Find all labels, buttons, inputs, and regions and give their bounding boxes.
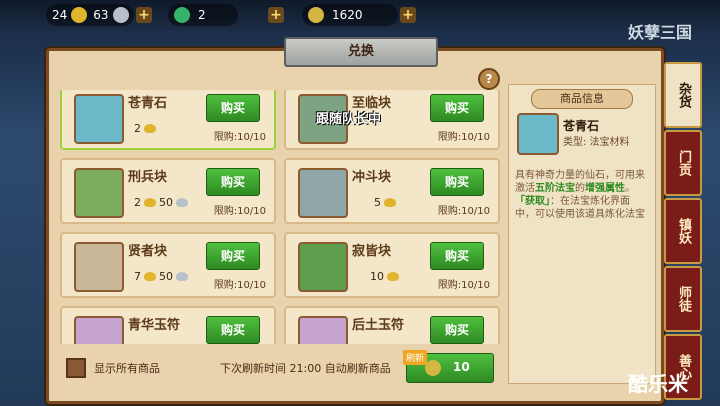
item-ring-icon	[298, 168, 348, 218]
item-gourd-icon	[298, 242, 348, 292]
refresh-time-label: 下次刷新时间 21:00 自动刷新商品	[220, 362, 391, 375]
item-card[interactable]: 青华玉符 购买	[60, 306, 276, 344]
item-bag-icon	[74, 242, 124, 292]
item-scroll-icon	[74, 168, 124, 218]
purchase-limit: 限购:10/10	[437, 132, 490, 143]
bottom-bar: 显示所有商品 下次刷新时间 21:00 自动刷新商品 刷新 10	[60, 350, 500, 384]
item-name: 贤者块	[128, 244, 168, 259]
gold-cost-icon	[144, 272, 156, 281]
purchase-limit: 限购:10/10	[437, 206, 490, 217]
purchase-limit: 限购:10/10	[213, 206, 266, 217]
add-jade-button[interactable]: +	[268, 7, 284, 23]
item-card[interactable]: 冲斗块 5 购买 限购:10/10	[284, 158, 500, 224]
purchase-limit: 限购:10/10	[213, 280, 266, 291]
item-card[interactable]: 至临块 跟随队长中 购买 限购:10/10	[284, 90, 500, 150]
coin-amount: 1620	[332, 8, 363, 22]
buy-button[interactable]: 购买	[430, 242, 484, 270]
item-cost: 10	[370, 270, 399, 283]
item-name: 苍青石	[128, 96, 168, 111]
buy-button[interactable]: 购买	[430, 168, 484, 196]
info-item-icon	[517, 113, 559, 155]
purchase-limit: 限购:10/10	[213, 132, 266, 143]
item-card[interactable]: 苍青石 2 购买 限购:10/10	[60, 90, 276, 150]
tab-sect[interactable]: 门贡	[664, 130, 702, 196]
top-resource-bar: 24 63 + 2 + 1620 +	[0, 0, 720, 30]
item-card[interactable]: 寂皆块 10 购买 限购:10/10	[284, 232, 500, 298]
coin-resource: 1620	[302, 4, 398, 26]
coin-icon	[425, 360, 441, 376]
gold-amount: 24	[52, 8, 68, 22]
info-item-name: 苍青石	[563, 119, 600, 133]
item-talisman-icon	[74, 316, 124, 344]
gold-cost-icon	[144, 198, 156, 207]
buy-button[interactable]: 购买	[206, 242, 260, 270]
show-all-label: 显示所有商品	[94, 362, 160, 375]
tab-general[interactable]: 杂货	[664, 62, 702, 128]
game-logo: 妖孽三国	[628, 23, 693, 42]
add-coin-button[interactable]: +	[400, 7, 416, 23]
item-name: 后土玉符	[352, 318, 405, 333]
item-card[interactable]: 后土玉符 购买	[284, 306, 500, 344]
jade-resource: 2	[168, 4, 238, 26]
item-card[interactable]: 贤者块 7 50 购买 限购:10/10	[60, 232, 276, 298]
buy-button[interactable]: 购买	[206, 94, 260, 122]
item-info-panel: 商品信息 苍青石 类型: 法宝材料 具有神奇力量的仙石，可用来激活五阶法宝的增强…	[508, 84, 656, 384]
show-all-checkbox[interactable]	[66, 358, 86, 378]
help-button[interactable]: ?	[478, 68, 500, 90]
add-gold-button[interactable]: +	[136, 7, 152, 23]
silver-cost-icon	[176, 198, 188, 207]
buy-button[interactable]: 购买	[206, 316, 260, 344]
refresh-tag: 刷新	[403, 350, 428, 365]
follow-leader-label: 跟随队长中	[316, 112, 382, 127]
watermark-text: 酷乐米	[628, 372, 688, 396]
category-tabs: 杂货 门贡 镇妖 师徒 善心	[664, 62, 702, 402]
coin-icon	[308, 7, 324, 23]
panel-title: 兑换	[284, 37, 438, 67]
info-header: 商品信息	[531, 89, 633, 109]
item-name: 刑兵块	[128, 170, 168, 185]
tab-demon[interactable]: 镇妖	[664, 198, 702, 264]
buy-button[interactable]: 购买	[206, 168, 260, 196]
item-name: 冲斗块	[352, 170, 392, 185]
silver-cost-icon	[176, 272, 188, 281]
gold-coin-icon	[71, 7, 88, 23]
item-cost: 2 50	[134, 196, 188, 209]
jade-amount: 2	[198, 8, 206, 22]
item-name: 青华玉符	[128, 318, 181, 333]
gold-cost-icon	[384, 198, 396, 207]
item-grid: 苍青石 2 购买 限购:10/10 至临块 跟随队长中 购买 限购:10/10 …	[60, 90, 500, 344]
item-card[interactable]: 刑兵块 2 50 购买 限购:10/10	[60, 158, 276, 224]
silver-icon	[112, 7, 129, 23]
item-name: 寂皆块	[352, 244, 392, 259]
buy-button[interactable]: 购买	[430, 316, 484, 344]
item-cost: 2	[134, 122, 156, 135]
info-item-type: 类型: 法宝材料	[563, 137, 630, 148]
item-cost: 7 50	[134, 270, 188, 283]
buy-button[interactable]: 购买	[430, 94, 484, 122]
refresh-button[interactable]: 刷新 10	[403, 350, 494, 383]
item-cost: 5	[374, 196, 396, 209]
info-description: 具有神奇力量的仙石，可用来激活五阶法宝的增强属性。 「获取」：在法宝炼化界面中，…	[515, 170, 645, 220]
silver-amount: 63	[93, 8, 109, 22]
tab-mentor[interactable]: 师徒	[664, 266, 702, 332]
purchase-limit: 限购:10/10	[437, 280, 490, 291]
gold-resource: 24 63	[46, 4, 134, 26]
jade-icon	[174, 7, 190, 23]
refresh-cost: 10	[453, 360, 470, 374]
item-stone-icon	[74, 94, 124, 144]
gold-cost-icon	[144, 124, 156, 133]
gold-cost-icon	[387, 272, 399, 281]
item-talisman-icon	[298, 316, 348, 344]
